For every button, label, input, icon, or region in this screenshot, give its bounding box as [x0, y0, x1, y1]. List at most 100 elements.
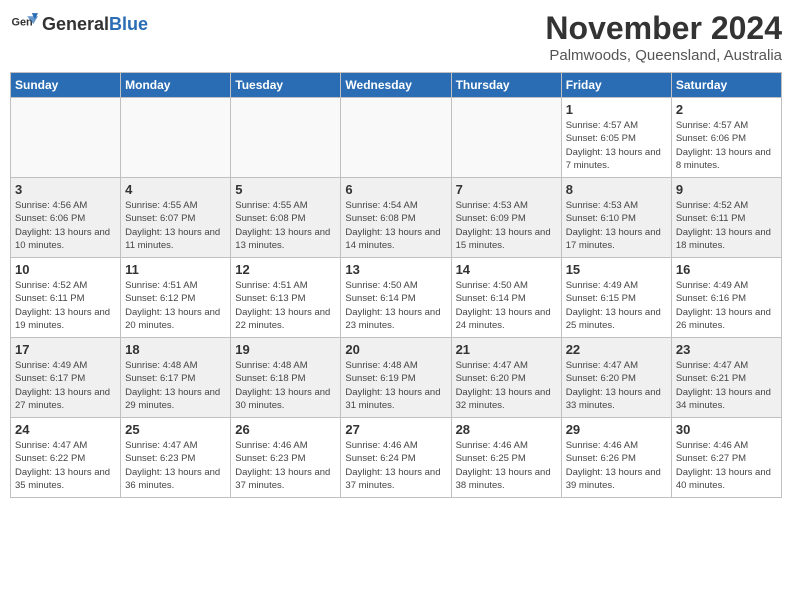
calendar-cell: 29Sunrise: 4:46 AM Sunset: 6:26 PM Dayli…: [561, 418, 671, 498]
day-number: 13: [345, 262, 446, 277]
day-info: Sunrise: 4:56 AM Sunset: 6:06 PM Dayligh…: [15, 199, 116, 252]
day-info: Sunrise: 4:46 AM Sunset: 6:24 PM Dayligh…: [345, 439, 446, 492]
day-info: Sunrise: 4:46 AM Sunset: 6:23 PM Dayligh…: [235, 439, 336, 492]
calendar-cell: 25Sunrise: 4:47 AM Sunset: 6:23 PM Dayli…: [121, 418, 231, 498]
calendar-cell: 10Sunrise: 4:52 AM Sunset: 6:11 PM Dayli…: [11, 258, 121, 338]
calendar-cell: 1 Sunrise: 4:57 AM Sunset: 6:05 PM Daylig…: [561, 98, 671, 178]
day-info: Sunrise: 4:47 AM Sunset: 6:20 PM Dayligh…: [566, 359, 667, 412]
calendar-cell: [11, 98, 121, 178]
day-number: 1: [566, 102, 667, 117]
day-info: Sunrise: 4:57 AM Sunset: 6:06 PM Dayligh…: [676, 119, 777, 172]
calendar-cell: 24 Sunrise: 4:47 AM Sunset: 6:22 PM Dayli…: [11, 418, 121, 498]
day-number: 14: [456, 262, 557, 277]
weekday-header-sunday: Sunday: [11, 73, 121, 98]
calendar-cell: 16 Sunrise: 4:49 AM Sunset: 6:16 PM Dayli…: [671, 258, 781, 338]
calendar-cell: 13Sunrise: 4:50 AM Sunset: 6:14 PM Dayli…: [341, 258, 451, 338]
day-number: 10: [15, 262, 116, 277]
day-number: 6: [345, 182, 446, 197]
calendar-cell: [451, 98, 561, 178]
calendar-cell: 15Sunrise: 4:49 AM Sunset: 6:15 PM Dayli…: [561, 258, 671, 338]
calendar-week-row: 10Sunrise: 4:52 AM Sunset: 6:11 PM Dayli…: [11, 258, 782, 338]
calendar-cell: [121, 98, 231, 178]
calendar-header: SundayMondayTuesdayWednesdayThursdayFrid…: [11, 73, 782, 98]
title-block: November 2024 Palmwoods, Queensland, Aus…: [545, 10, 782, 64]
day-number: 16: [676, 262, 777, 277]
day-number: 28: [456, 422, 557, 437]
day-number: 24: [15, 422, 116, 437]
calendar-cell: 9Sunrise: 4:52 AM Sunset: 6:11 PM Daylig…: [671, 178, 781, 258]
day-info: Sunrise: 4:48 AM Sunset: 6:19 PM Dayligh…: [345, 359, 446, 412]
calendar-cell: 3 Sunrise: 4:56 AM Sunset: 6:06 PM Daylig…: [11, 178, 121, 258]
day-info: Sunrise: 4:46 AM Sunset: 6:27 PM Dayligh…: [676, 439, 777, 492]
day-info: Sunrise: 4:47 AM Sunset: 6:20 PM Dayligh…: [456, 359, 557, 412]
logo: Gen GeneralBlue: [10, 10, 148, 38]
day-number: 30: [676, 422, 777, 437]
day-info: Sunrise: 4:47 AM Sunset: 6:21 PM Dayligh…: [676, 359, 777, 412]
calendar-week-row: 17Sunrise: 4:49 AM Sunset: 6:17 PM Dayli…: [11, 338, 782, 418]
month-title: November 2024: [545, 10, 782, 47]
day-info: Sunrise: 4:49 AM Sunset: 6:15 PM Dayligh…: [566, 279, 667, 332]
day-number: 18: [125, 342, 226, 357]
calendar-cell: 14Sunrise: 4:50 AM Sunset: 6:14 PM Dayli…: [451, 258, 561, 338]
logo-general-text: General: [42, 14, 109, 34]
page-header: Gen GeneralBlue November 2024 Palmwoods,…: [10, 10, 782, 64]
calendar-cell: 12Sunrise: 4:51 AM Sunset: 6:13 PM Dayli…: [231, 258, 341, 338]
weekday-header-tuesday: Tuesday: [231, 73, 341, 98]
day-number: 23: [676, 342, 777, 357]
calendar-week-row: 24 Sunrise: 4:47 AM Sunset: 6:22 PM Dayli…: [11, 418, 782, 498]
day-info: Sunrise: 4:48 AM Sunset: 6:17 PM Dayligh…: [125, 359, 226, 412]
day-info: Sunrise: 4:57 AM Sunset: 6:05 PM Dayligh…: [566, 119, 667, 172]
day-info: Sunrise: 4:46 AM Sunset: 6:25 PM Dayligh…: [456, 439, 557, 492]
day-info: Sunrise: 4:48 AM Sunset: 6:18 PM Dayligh…: [235, 359, 336, 412]
calendar-cell: 30 Sunrise: 4:46 AM Sunset: 6:27 PM Dayli…: [671, 418, 781, 498]
calendar-cell: 2 Sunrise: 4:57 AM Sunset: 6:06 PM Daylig…: [671, 98, 781, 178]
weekday-header-monday: Monday: [121, 73, 231, 98]
calendar-cell: 4Sunrise: 4:55 AM Sunset: 6:07 PM Daylig…: [121, 178, 231, 258]
calendar-cell: 17Sunrise: 4:49 AM Sunset: 6:17 PM Dayli…: [11, 338, 121, 418]
calendar-cell: 27 Sunrise: 4:46 AM Sunset: 6:24 PM Dayli…: [341, 418, 451, 498]
calendar-cell: [341, 98, 451, 178]
calendar-cell: 6 Sunrise: 4:54 AM Sunset: 6:08 PM Daylig…: [341, 178, 451, 258]
weekday-header-thursday: Thursday: [451, 73, 561, 98]
day-number: 26: [235, 422, 336, 437]
calendar-cell: 18 Sunrise: 4:48 AM Sunset: 6:17 PM Dayli…: [121, 338, 231, 418]
day-info: Sunrise: 4:52 AM Sunset: 6:11 PM Dayligh…: [676, 199, 777, 252]
day-number: 27: [345, 422, 446, 437]
calendar-cell: [231, 98, 341, 178]
day-info: Sunrise: 4:47 AM Sunset: 6:22 PM Dayligh…: [15, 439, 116, 492]
day-info: Sunrise: 4:55 AM Sunset: 6:07 PM Dayligh…: [125, 199, 226, 252]
day-number: 5: [235, 182, 336, 197]
day-number: 11: [125, 262, 226, 277]
calendar-cell: 21 Sunrise: 4:47 AM Sunset: 6:20 PM Dayli…: [451, 338, 561, 418]
day-info: Sunrise: 4:46 AM Sunset: 6:26 PM Dayligh…: [566, 439, 667, 492]
day-info: Sunrise: 4:53 AM Sunset: 6:10 PM Dayligh…: [566, 199, 667, 252]
calendar-cell: 28 Sunrise: 4:46 AM Sunset: 6:25 PM Dayli…: [451, 418, 561, 498]
calendar-cell: 11 Sunrise: 4:51 AM Sunset: 6:12 PM Dayli…: [121, 258, 231, 338]
day-number: 20: [345, 342, 446, 357]
day-number: 7: [456, 182, 557, 197]
logo-blue-text: Blue: [109, 14, 148, 34]
day-number: 22: [566, 342, 667, 357]
calendar-cell: 19 Sunrise: 4:48 AM Sunset: 6:18 PM Dayli…: [231, 338, 341, 418]
calendar-week-row: 3 Sunrise: 4:56 AM Sunset: 6:06 PM Daylig…: [11, 178, 782, 258]
day-info: Sunrise: 4:54 AM Sunset: 6:08 PM Dayligh…: [345, 199, 446, 252]
day-number: 17: [15, 342, 116, 357]
calendar-week-row: 1 Sunrise: 4:57 AM Sunset: 6:05 PM Daylig…: [11, 98, 782, 178]
logo-icon: Gen: [10, 10, 38, 38]
calendar-cell: 8Sunrise: 4:53 AM Sunset: 6:10 PM Daylig…: [561, 178, 671, 258]
day-number: 19: [235, 342, 336, 357]
day-info: Sunrise: 4:49 AM Sunset: 6:16 PM Dayligh…: [676, 279, 777, 332]
calendar-table: SundayMondayTuesdayWednesdayThursdayFrid…: [10, 72, 782, 498]
calendar-cell: 7Sunrise: 4:53 AM Sunset: 6:09 PM Daylig…: [451, 178, 561, 258]
calendar-cell: 20 Sunrise: 4:48 AM Sunset: 6:19 PM Dayli…: [341, 338, 451, 418]
day-number: 2: [676, 102, 777, 117]
day-number: 21: [456, 342, 557, 357]
day-number: 3: [15, 182, 116, 197]
day-number: 12: [235, 262, 336, 277]
calendar-cell: 26 Sunrise: 4:46 AM Sunset: 6:23 PM Dayli…: [231, 418, 341, 498]
weekday-header-row: SundayMondayTuesdayWednesdayThursdayFrid…: [11, 73, 782, 98]
day-number: 25: [125, 422, 226, 437]
calendar-cell: 22 Sunrise: 4:47 AM Sunset: 6:20 PM Dayli…: [561, 338, 671, 418]
day-info: Sunrise: 4:51 AM Sunset: 6:12 PM Dayligh…: [125, 279, 226, 332]
calendar-cell: 23 Sunrise: 4:47 AM Sunset: 6:21 PM Dayli…: [671, 338, 781, 418]
